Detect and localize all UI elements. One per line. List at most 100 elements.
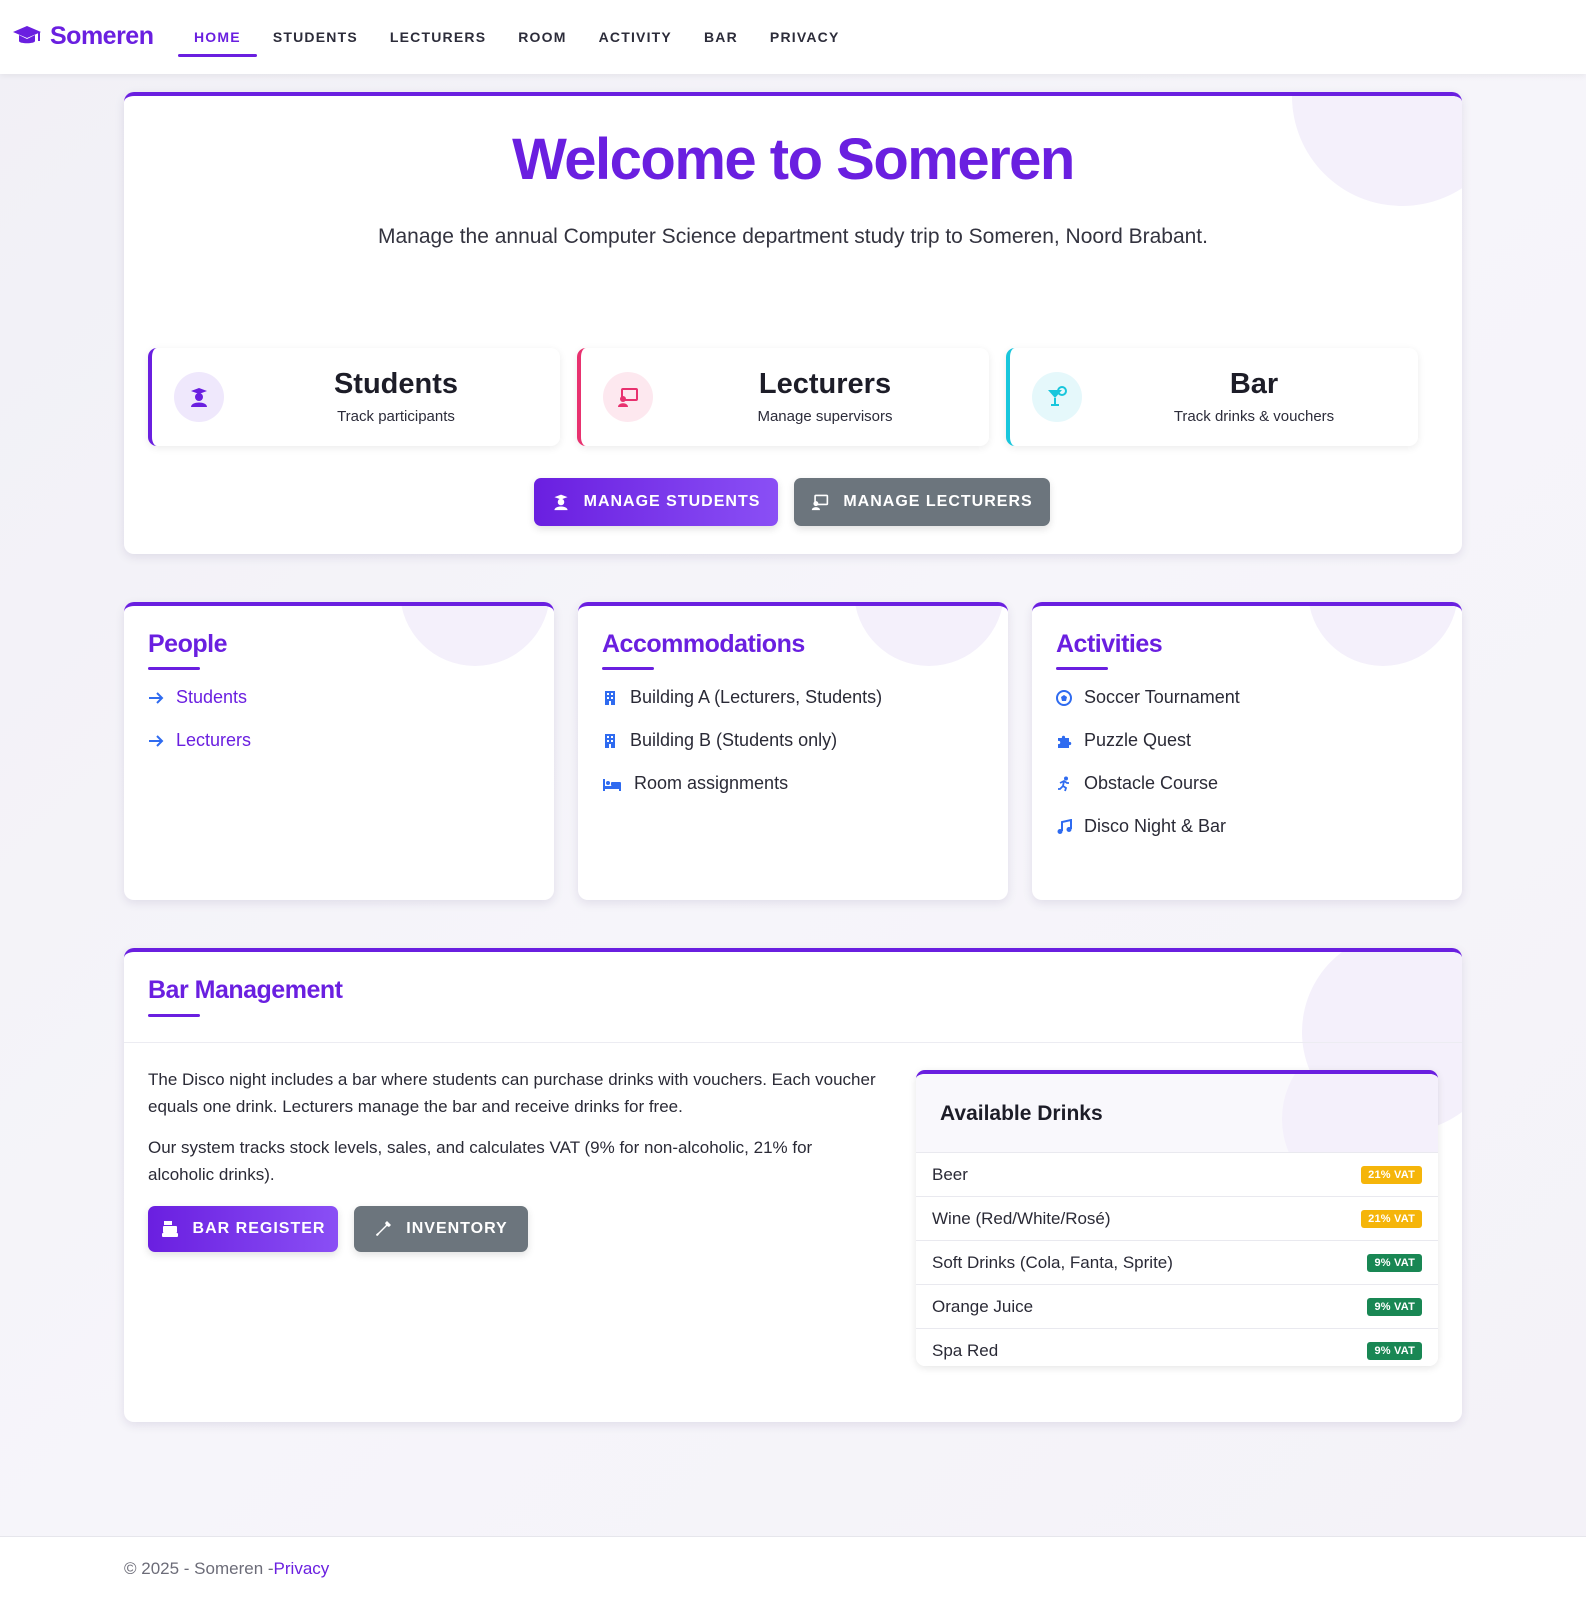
cocktail-icon [1032, 372, 1082, 422]
chalkboard-teacher-icon [812, 494, 829, 511]
nav-room[interactable]: ROOM [502, 0, 582, 74]
drink-name: Spa Red [932, 1340, 999, 1360]
nav-menu: HOME STUDENTS LECTURERS ROOM ACTIVITY BA… [178, 0, 856, 74]
bed-icon [603, 778, 621, 791]
list-item: Building A (Lecturers, Students) [602, 676, 882, 719]
button-label: BAR REGISTER [192, 1220, 326, 1237]
item-label: Obstacle Course [1084, 773, 1219, 793]
drink-name: Wine (Red/White/Rosé) [932, 1208, 1111, 1228]
accommodations-list: Building A (Lecturers, Students) Buildin… [602, 676, 882, 805]
people-list: Students Lecturers [148, 676, 251, 762]
building-icon [605, 690, 615, 705]
drink-name: Orange Juice [932, 1296, 1034, 1316]
puzzle-piece-icon [1058, 735, 1072, 748]
card-title: People [148, 630, 227, 658]
button-label: INVENTORY [406, 1220, 508, 1237]
decorative-blob [1308, 606, 1458, 666]
inventory-button[interactable]: INVENTORY [354, 1206, 528, 1252]
futbol-icon [1056, 689, 1072, 706]
manage-students-button[interactable]: MANAGE STUDENTS [534, 478, 778, 526]
stat-subtitle: Track participants [337, 408, 455, 425]
nav-activity[interactable]: ACTIVITY [583, 0, 688, 74]
stat-title: Students [333, 368, 459, 400]
drink-name: Beer [932, 1164, 968, 1184]
wine-bottle-icon [376, 1221, 392, 1236]
list-item: Soft Drinks (Cola, Fanta, Sprite) 9% VAT [916, 1240, 1438, 1284]
list-item: Building B (Students only) [602, 719, 882, 762]
nav-students[interactable]: STUDENTS [257, 0, 374, 74]
building-icon [605, 733, 615, 748]
user-graduate-icon [554, 494, 568, 511]
vat-badge: 9% VAT [1367, 1341, 1422, 1360]
title-underline [148, 1014, 200, 1017]
music-icon [1057, 818, 1072, 834]
running-icon [1058, 776, 1069, 791]
navbar: Someren HOME STUDENTS LECTURERS ROOM ACT… [0, 0, 1586, 74]
manage-lecturers-button[interactable]: MANAGE LECTURERS [794, 478, 1050, 526]
list-item: Disco Night & Bar [1056, 805, 1240, 848]
card-title: Activities [1056, 630, 1163, 658]
list-item: Soccer Tournament [1056, 676, 1240, 719]
item-label: Disco Night & Bar [1084, 816, 1227, 836]
nav-lecturers[interactable]: LECTURERS [374, 0, 502, 74]
vat-badge: 9% VAT [1367, 1253, 1422, 1272]
item-label: Building B (Students only) [630, 730, 838, 750]
decorative-blob [400, 606, 550, 666]
footer-text: © 2025 - Someren -Privacy [124, 1559, 329, 1579]
footer: © 2025 - Someren -Privacy [0, 1536, 1586, 1600]
nav-home[interactable]: HOME [178, 0, 257, 74]
drinks-list: Beer 21% VAT Wine (Red/White/Rosé) 21% V… [916, 1152, 1438, 1366]
vat-badge: 21% VAT [1361, 1209, 1422, 1228]
list-item: Room assignments [602, 762, 882, 805]
stat-card-students: Students Track participants [148, 348, 560, 446]
accommodations-card: Accommodations Building A (Lecturers, St… [578, 602, 1008, 900]
list-item: Puzzle Quest [1056, 719, 1240, 762]
copyright: © 2025 - Someren - [124, 1559, 274, 1578]
people-link-students[interactable]: Students [148, 676, 251, 719]
item-label: Soccer Tournament [1084, 687, 1240, 707]
stat-card-bar: Bar Track drinks & vouchers [1006, 348, 1418, 446]
graduation-cap-icon [13, 26, 41, 44]
stat-subtitle: Manage supervisors [757, 408, 893, 425]
title-underline [1056, 667, 1108, 670]
stat-title: Lecturers [758, 368, 892, 400]
hero-subtitle: Manage the annual Computer Science depar… [378, 225, 1208, 248]
link-label: Students [176, 687, 248, 707]
link-label: Lecturers [176, 730, 252, 750]
title-underline [148, 667, 200, 670]
title-underline [602, 667, 654, 670]
footer-privacy-link[interactable]: Privacy [274, 1559, 330, 1578]
available-drinks-panel: Available Drinks Beer 21% VAT Wine (Red/… [916, 1070, 1438, 1366]
list-item: Obstacle Course [1056, 762, 1240, 805]
nav-bar[interactable]: BAR [688, 0, 754, 74]
chalkboard-teacher-icon [603, 372, 653, 422]
button-label: MANAGE LECTURERS [843, 493, 1033, 510]
stat-card-lecturers: Lecturers Manage supervisors [577, 348, 989, 446]
nav-privacy[interactable]: PRIVACY [754, 0, 856, 74]
page-title: Welcome to Someren [512, 127, 1075, 192]
brand-name: Someren [50, 21, 154, 50]
people-card: People Students Lecturers [124, 602, 554, 900]
vat-description: Our system tracks stock levels, sales, a… [148, 1138, 813, 1184]
stat-subtitle: Track drinks & vouchers [1173, 408, 1335, 425]
brand[interactable]: Someren [12, 20, 154, 52]
card-title: Accommodations [602, 630, 805, 658]
drink-name: Soft Drinks (Cola, Fanta, Sprite) [932, 1252, 1173, 1272]
people-link-lecturers[interactable]: Lecturers [148, 719, 251, 762]
bar-management-card: Bar Management The Disco night includes … [124, 948, 1462, 1422]
item-label: Room assignments [634, 773, 789, 793]
vat-badge: 21% VAT [1361, 1165, 1422, 1184]
cash-register-icon [161, 1221, 178, 1237]
bar-register-button[interactable]: BAR REGISTER [148, 1206, 338, 1252]
activities-card: Activities Soccer Tournament Puzzle Ques… [1032, 602, 1462, 900]
list-item: Wine (Red/White/Rosé) 21% VAT [916, 1196, 1438, 1240]
activities-list: Soccer Tournament Puzzle Quest Obstacle … [1056, 676, 1240, 848]
stat-title: Bar [1229, 368, 1279, 400]
vat-badge: 9% VAT [1367, 1297, 1422, 1316]
arrow-right-icon [149, 691, 164, 704]
item-label: Puzzle Quest [1084, 730, 1192, 750]
list-item: Beer 21% VAT [916, 1152, 1438, 1196]
list-item: Orange Juice 9% VAT [916, 1284, 1438, 1328]
user-graduate-icon [174, 372, 224, 422]
card-title: Bar Management [148, 976, 343, 1004]
